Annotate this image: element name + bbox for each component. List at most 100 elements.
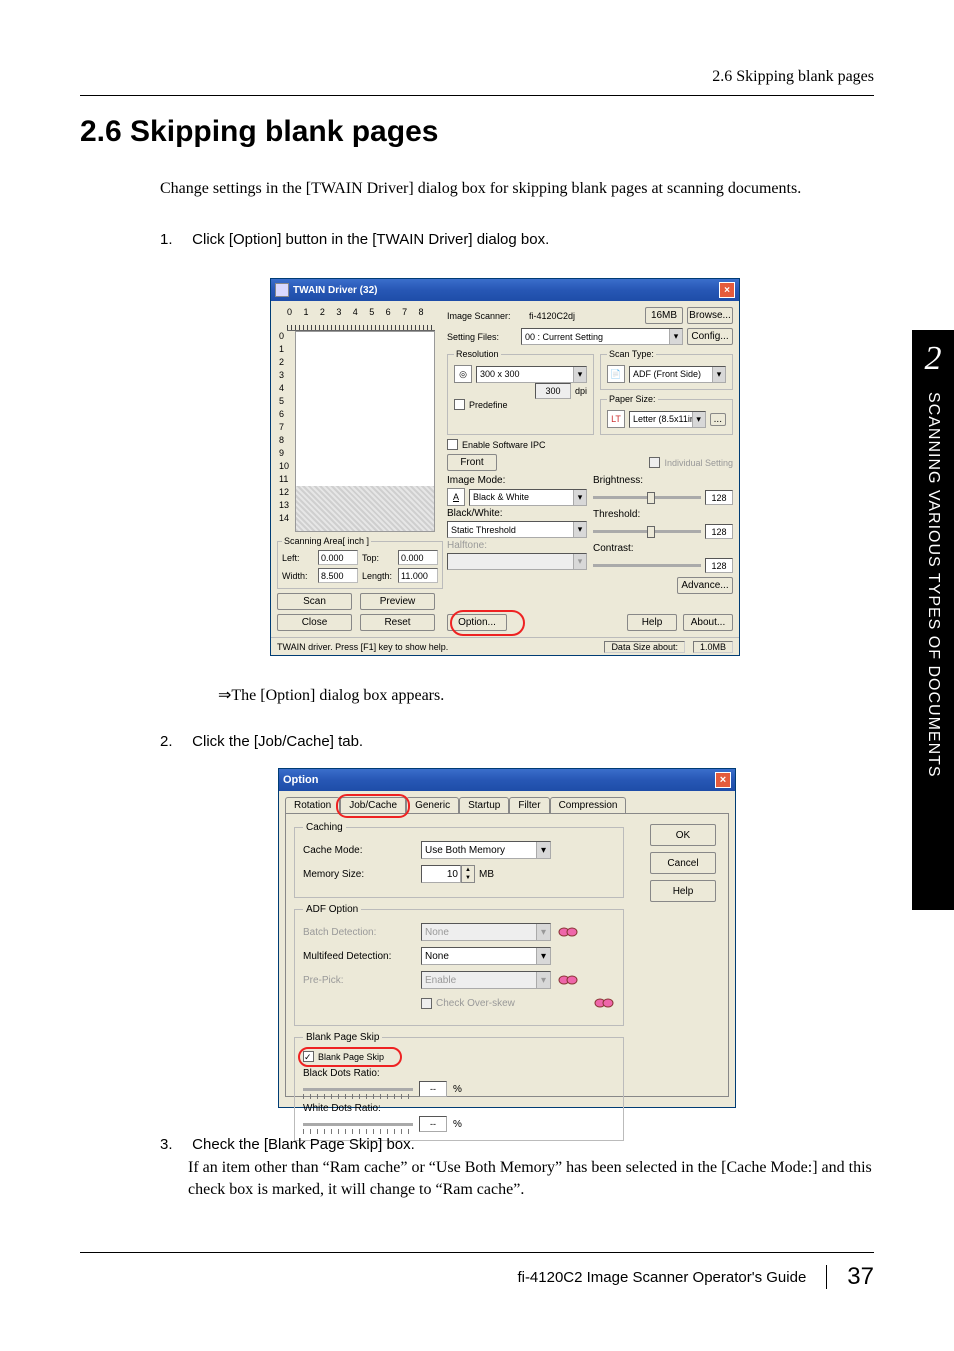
- chevron-down-icon: ▾: [536, 842, 550, 858]
- reset-button[interactable]: Reset: [360, 614, 435, 631]
- bw-mode-icon: A: [447, 488, 465, 506]
- ruler-v-tick: 12: [277, 487, 295, 500]
- caching-legend: Caching: [303, 822, 346, 833]
- tab-filter[interactable]: Filter: [509, 797, 549, 813]
- tab-generic[interactable]: Generic: [406, 797, 459, 813]
- ok-button[interactable]: OK: [650, 824, 716, 846]
- ruler-h-tick: 3: [336, 307, 352, 325]
- config-button[interactable]: Config...: [687, 328, 733, 345]
- setting-files-value: 00 : Current Setting: [525, 332, 603, 342]
- tab-rotation[interactable]: Rotation: [285, 797, 340, 813]
- brightness-slider[interactable]: [593, 496, 701, 499]
- cache-mode-value: Use Both Memory: [425, 845, 505, 856]
- cache-mode-combo[interactable]: Use Both Memory ▾: [421, 841, 551, 859]
- cancel-button[interactable]: Cancel: [650, 852, 716, 874]
- predefine-checkbox[interactable]: [454, 399, 465, 410]
- intro-paragraph: Change settings in the [TWAIN Driver] di…: [160, 178, 874, 200]
- chevron-down-icon: ▾: [573, 367, 586, 382]
- resolution-combo[interactable]: 300 x 300 ▾: [476, 366, 587, 383]
- help-button[interactable]: Help: [627, 614, 677, 631]
- bw-combo[interactable]: Static Threshold ▾: [447, 521, 587, 538]
- contrast-value: 128: [705, 558, 733, 573]
- preview-page[interactable]: [295, 331, 435, 532]
- ruler-h-tick: 6: [386, 307, 402, 325]
- black-dots-value: --: [419, 1081, 447, 1097]
- multifeed-combo[interactable]: None ▾: [421, 947, 551, 965]
- batch-detection-combo: None ▾: [421, 923, 551, 941]
- contrast-label: Contrast:: [593, 543, 733, 554]
- ruler-h-tick: 8: [419, 307, 435, 325]
- scanning-area-group: Scanning Area[ inch ] Left: Top: Width: …: [277, 536, 443, 589]
- front-button[interactable]: Front: [447, 454, 497, 471]
- setting-files-combo[interactable]: 00 : Current Setting ▾: [521, 328, 683, 345]
- section-heading: 2.6 Skipping blank pages: [80, 115, 438, 149]
- ruler-v-tick: 1: [277, 344, 295, 357]
- white-dots-label: White Dots Ratio:: [303, 1103, 615, 1114]
- resolution-spinner[interactable]: 300: [535, 383, 571, 399]
- bw-label: Black/White:: [447, 508, 587, 519]
- memory-size-label: Memory Size:: [303, 869, 421, 880]
- header-breadcrumb: 2.6 Skipping blank pages: [712, 68, 874, 86]
- overskew-checkbox: [421, 998, 432, 1009]
- blank-page-skip-checkbox[interactable]: ✓: [303, 1051, 314, 1062]
- white-dots-slider[interactable]: [303, 1123, 413, 1126]
- left-label: Left:: [282, 553, 314, 563]
- paper-size-legend: Paper Size:: [607, 394, 658, 404]
- scan-type-combo[interactable]: ADF (Front Side) ▾: [629, 366, 726, 383]
- option-dialog: Option × Rotation Job/Cache Generic Star…: [278, 768, 736, 1108]
- dpi-label: dpi: [575, 386, 587, 396]
- tab-compression[interactable]: Compression: [550, 797, 627, 813]
- help-button[interactable]: Help: [650, 880, 716, 902]
- ruler-v-tick: 7: [277, 422, 295, 435]
- paper-size-icon: LT: [607, 410, 625, 428]
- black-dots-slider[interactable]: [303, 1088, 413, 1091]
- enable-ipc-label: Enable Software IPC: [462, 440, 546, 450]
- memory-size-spinner[interactable]: ▲▼: [461, 865, 475, 883]
- close-icon[interactable]: ×: [715, 772, 731, 788]
- close-button[interactable]: Close: [277, 614, 352, 631]
- chevron-down-icon: ▾: [712, 367, 725, 382]
- left-input[interactable]: [318, 550, 358, 565]
- close-icon[interactable]: ×: [719, 282, 735, 298]
- threshold-slider[interactable]: [593, 530, 701, 533]
- browse-button[interactable]: Browse...: [687, 307, 733, 324]
- cache-mode-label: Cache Mode:: [303, 845, 421, 856]
- length-input[interactable]: [398, 568, 438, 583]
- footer-separator: [826, 1265, 827, 1289]
- step-1-text: Click [Option] button in the [TWAIN Driv…: [192, 231, 549, 248]
- ruler-v-tick: 13: [277, 500, 295, 513]
- memory-size-value[interactable]: 10: [421, 865, 461, 883]
- step-3-body: If an item other than “Ram cache” or “Us…: [188, 1157, 874, 1202]
- brightness-label: Brightness:: [593, 475, 733, 486]
- adf-option-group: ADF Option Batch Detection: None ▾ Multi…: [294, 904, 624, 1026]
- scanning-area-legend: Scanning Area[ inch ]: [282, 536, 371, 546]
- step-3-head: Check the [Blank Page Skip] box.: [192, 1136, 415, 1153]
- top-input[interactable]: [398, 550, 438, 565]
- header-rule: [80, 95, 874, 96]
- image-mode-combo[interactable]: Black & White ▾: [469, 489, 587, 506]
- tab-startup[interactable]: Startup: [459, 797, 509, 813]
- paper-size-more-button[interactable]: ...: [710, 413, 726, 426]
- prepick-label: Pre-Pick:: [303, 975, 421, 986]
- width-input[interactable]: [318, 568, 358, 583]
- preview-button[interactable]: Preview: [360, 593, 435, 610]
- tab-job-cache[interactable]: Job/Cache: [340, 797, 406, 813]
- enable-ipc-checkbox[interactable]: [447, 439, 458, 450]
- ruler-h-tick: 5: [369, 307, 385, 325]
- step-2: 2. Click the [Job/Cache] tab.: [160, 733, 874, 750]
- ruler-v-tick: 8: [277, 435, 295, 448]
- twain-titlebar: TWAIN Driver (32) ×: [271, 279, 739, 301]
- status-bar: TWAIN driver. Press [F1] key to show hel…: [271, 637, 739, 655]
- ruler-h-tick: 2: [320, 307, 336, 325]
- status-help-text: TWAIN driver. Press [F1] key to show hel…: [277, 642, 448, 652]
- advance-button[interactable]: Advance...: [677, 577, 733, 594]
- paper-size-combo[interactable]: Letter (8.5x11in) ▾: [629, 411, 706, 428]
- chevron-down-icon: ▾: [536, 924, 550, 940]
- ruler-vertical: 0 1 2 3 4 5 6 7 8 9 10 11 12 13 14: [277, 331, 295, 532]
- caching-group: Caching Cache Mode: Use Both Memory ▾ Me…: [294, 822, 624, 898]
- about-button[interactable]: About...: [683, 614, 733, 631]
- chapter-number: 2: [925, 340, 942, 378]
- resolution-group: Resolution ◎ 300 x 300 ▾ 300 dpi: [447, 349, 594, 435]
- ruler-h-tick: 0: [287, 307, 303, 325]
- scan-button[interactable]: Scan: [277, 593, 352, 610]
